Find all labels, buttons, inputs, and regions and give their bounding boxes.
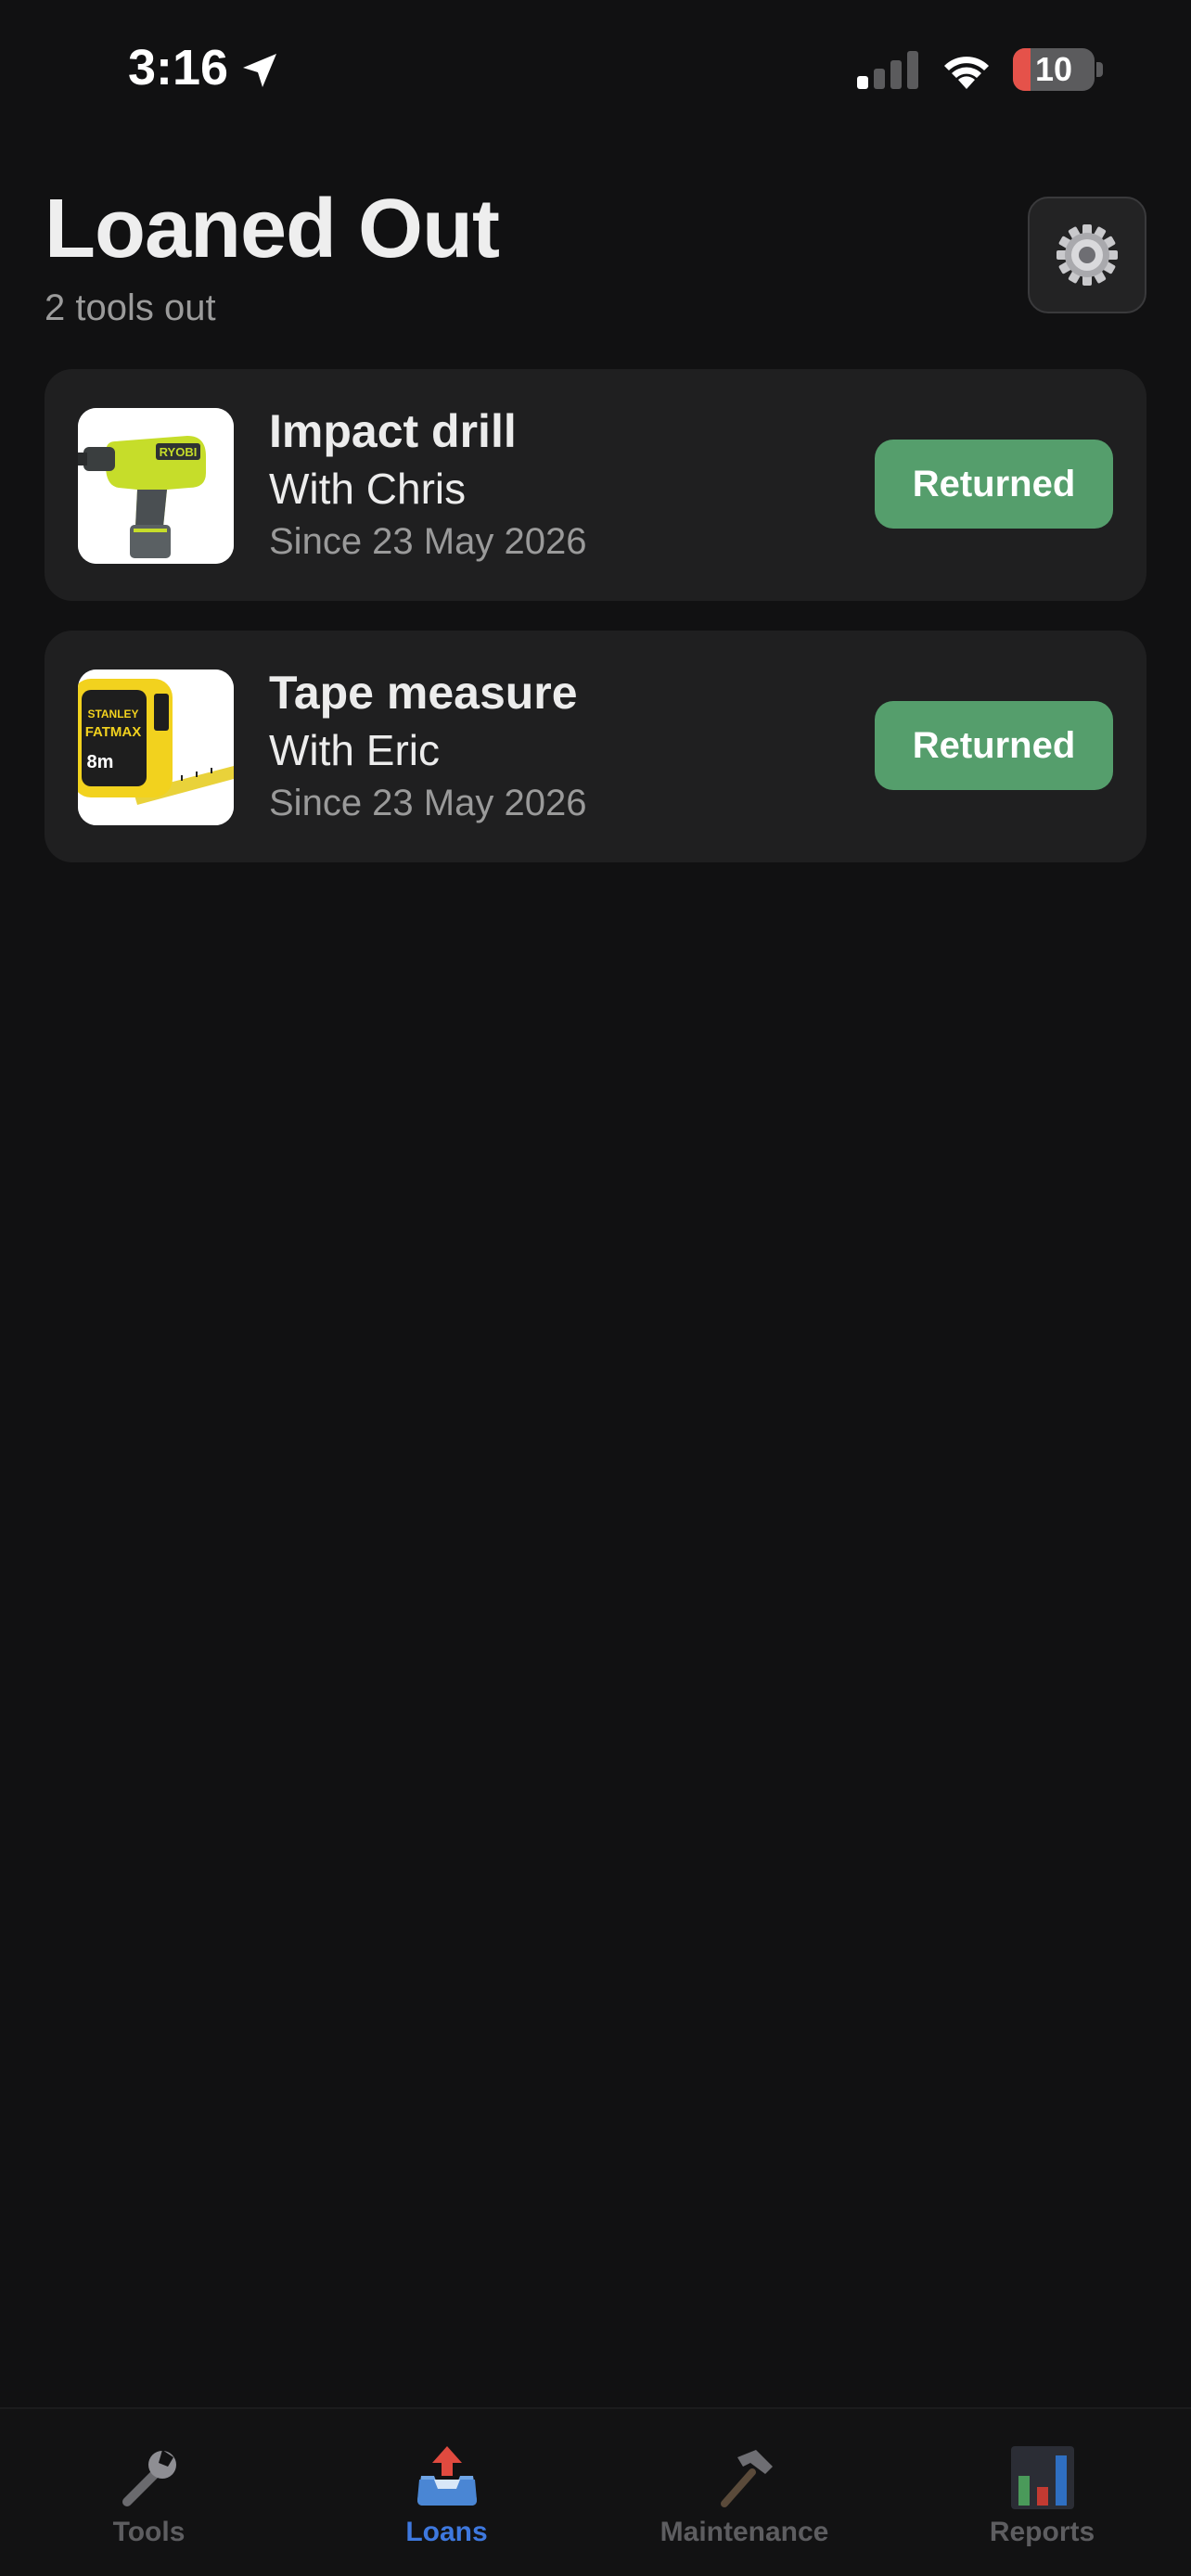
svg-text:RYOBI: RYOBI <box>160 445 198 459</box>
loan-date: Since 23 May 2026 <box>269 521 587 562</box>
cellular-signal-icon <box>857 51 918 89</box>
loan-date: Since 23 May 2026 <box>269 783 587 823</box>
gear-icon <box>1057 224 1118 286</box>
returned-button[interactable]: Returned <box>875 701 1113 790</box>
tab-tools[interactable]: Tools <box>0 2409 298 2576</box>
impact-drill-image: RYOBI <box>78 408 234 564</box>
loans-screen: 3:16 10 Loaned Out 2 tools out RYOBI Imp… <box>0 0 1191 2576</box>
loan-card[interactable]: STANLEY FATMAX 8m Tape measure With Eric… <box>45 631 1146 862</box>
tab-label: Loans <box>405 2517 488 2547</box>
tab-label: Reports <box>989 2517 1095 2547</box>
wifi-icon <box>944 57 989 89</box>
status-time: 3:16 <box>128 40 229 96</box>
tool-name: Impact drill <box>269 405 517 457</box>
tool-name: Tape measure <box>269 667 578 719</box>
wrench-icon <box>122 2450 176 2506</box>
tab-loans[interactable]: Loans <box>298 2409 596 2576</box>
loan-list: RYOBI Impact drill With Chris Since 23 M… <box>45 369 1146 892</box>
svg-text:FATMAX: FATMAX <box>85 724 142 740</box>
borrower-name: With Eric <box>269 726 440 774</box>
location-arrow-icon <box>243 54 276 87</box>
svg-text:STANLEY: STANLEY <box>87 708 138 721</box>
tab-bar: Tools Loans Maintenance Reports <box>0 2407 1191 2576</box>
battery-cap <box>1096 62 1103 77</box>
loan-card[interactable]: RYOBI Impact drill With Chris Since 23 M… <box>45 369 1146 601</box>
battery-indicator: 10 <box>1013 48 1095 91</box>
loan-count: 2 tools out <box>45 287 216 328</box>
bar-chart-icon <box>1010 2446 1074 2509</box>
borrower-name: With Chris <box>269 465 467 513</box>
svg-text:8m: 8m <box>87 752 114 772</box>
hammer-icon <box>720 2450 773 2507</box>
tab-label: Tools <box>112 2517 186 2547</box>
settings-button[interactable] <box>1028 197 1146 313</box>
page-title: Loaned Out <box>45 183 500 275</box>
status-bar: 3:16 10 <box>0 0 1191 139</box>
tab-label: Maintenance <box>660 2517 829 2547</box>
tab-maintenance[interactable]: Maintenance <box>596 2409 893 2576</box>
outbox-tray-icon <box>416 2446 477 2506</box>
tab-reports[interactable]: Reports <box>893 2409 1191 2576</box>
tape-measure-image: STANLEY FATMAX 8m <box>78 670 234 825</box>
returned-button[interactable]: Returned <box>875 440 1113 529</box>
battery-percent: 10 <box>1034 50 1073 88</box>
